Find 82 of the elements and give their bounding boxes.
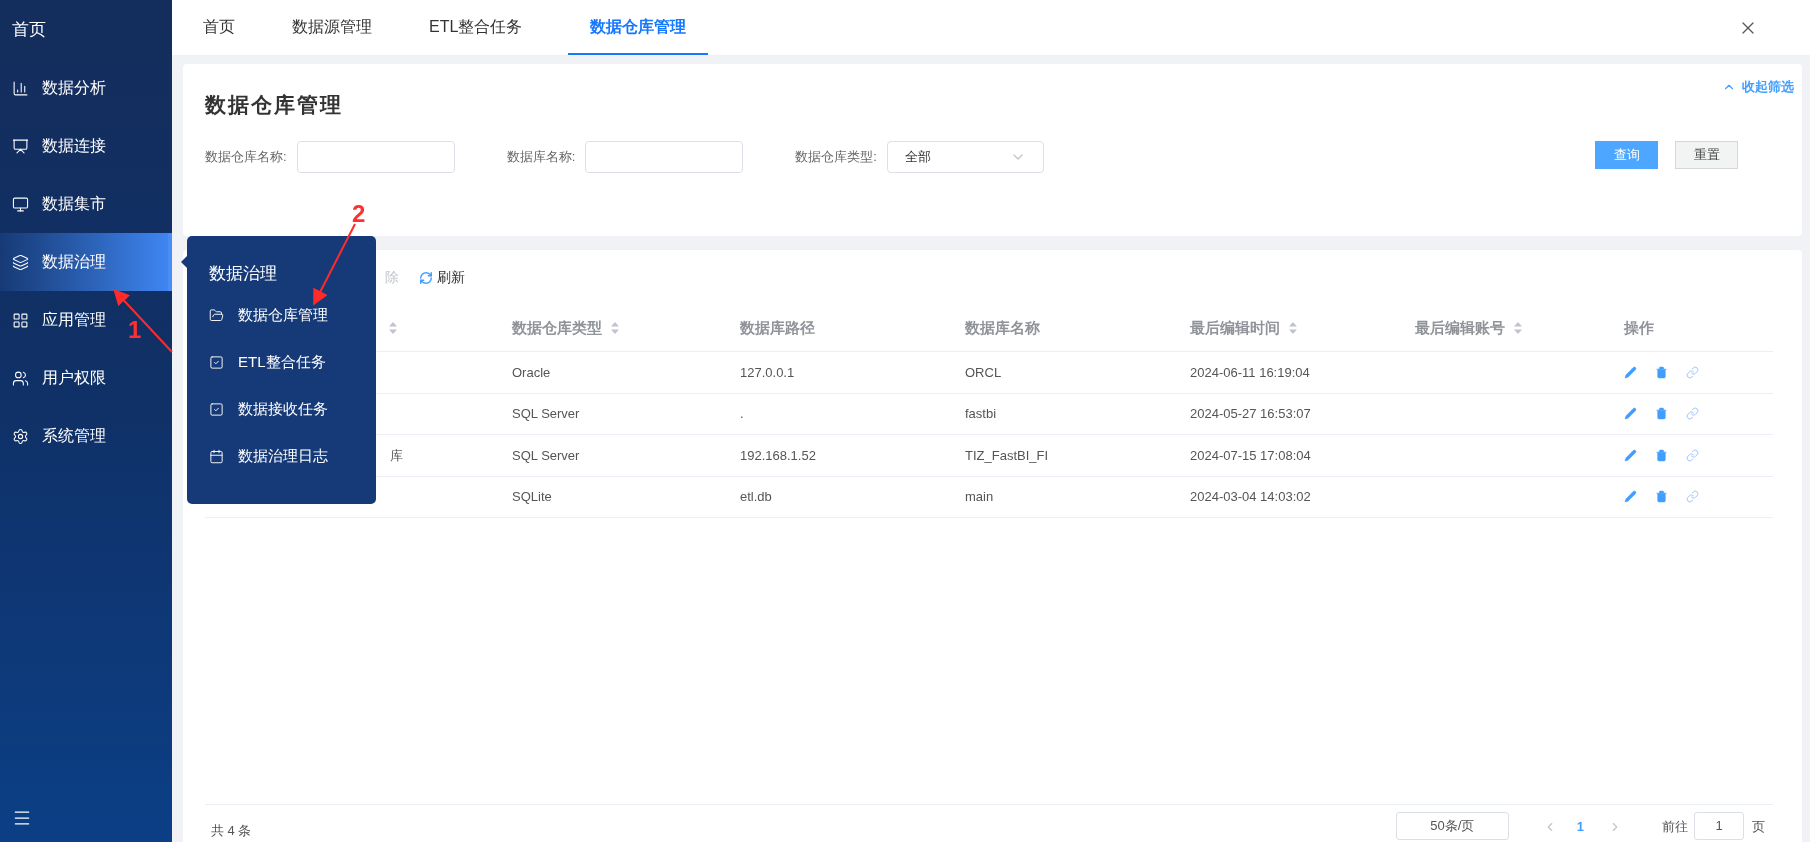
table-cell: 2024-05-27 16:53:07: [1190, 406, 1311, 421]
column-header: 操作: [1624, 317, 1654, 338]
table-cell: etl.db: [740, 489, 772, 504]
submenu-item[interactable]: 数据仓库管理: [209, 292, 376, 339]
table-cell: SQL Server: [512, 447, 580, 463]
sidebar-item[interactable]: 数据集市: [0, 175, 122, 233]
reset-button[interactable]: 重置: [1675, 141, 1738, 169]
layers-icon: [12, 253, 29, 271]
checkbox-icon: [209, 355, 224, 370]
table-cell: Oracle: [512, 364, 551, 380]
column-header: 数据库路径: [740, 317, 815, 338]
presentation-icon: [12, 137, 29, 155]
tab[interactable]: 数据源管理: [281, 0, 383, 55]
column-header: 数据库名称: [965, 317, 1040, 338]
type-select[interactable]: 全部: [886, 141, 1044, 173]
delete-icon[interactable]: [1655, 407, 1668, 421]
page-title: 数据仓库管理: [205, 92, 343, 119]
calendar-icon: [209, 449, 224, 464]
submenu-title: 数据治理: [209, 263, 278, 286]
field-label: 数据仓库名称:: [205, 148, 287, 167]
table-cell: 2024-03-04 14:03:02: [1190, 489, 1311, 504]
checkbox-icon: [209, 402, 224, 417]
sidebar-item[interactable]: 数据分析: [0, 59, 122, 117]
folder-icon: [209, 308, 224, 323]
edit-icon[interactable]: [1624, 490, 1637, 504]
submenu-item[interactable]: 数据治理日志: [209, 433, 376, 480]
tab[interactable]: 数据仓库管理: [568, 0, 709, 55]
table-cell: ORCL: [965, 364, 1002, 380]
table-cell: main: [965, 489, 994, 504]
refresh-icon: [419, 270, 433, 285]
page-suffix: 页: [1752, 817, 1765, 836]
field-label: 数据仓库类型:: [795, 148, 877, 167]
sidebar-item[interactable]: 数据治理: [0, 233, 172, 291]
table-cell: SQL Server: [512, 406, 580, 421]
tab[interactable]: ETL整合任务: [418, 0, 534, 55]
input-field[interactable]: [296, 141, 455, 173]
table-cell: fastbi: [965, 406, 997, 421]
field-label: 数据库名称:: [506, 148, 576, 167]
table-cell: 库: [390, 447, 403, 463]
table-cell: .: [740, 406, 744, 421]
table-cell: TIZ_FastBI_FI: [965, 447, 1049, 463]
chart-icon: [12, 79, 29, 97]
submenu-item[interactable]: ETL整合任务: [209, 339, 376, 386]
table-cell: SQLite: [512, 489, 552, 504]
delete-icon[interactable]: [1655, 448, 1668, 462]
grid-icon: [12, 311, 29, 329]
page-size-select[interactable]: 50条/页: [1395, 812, 1509, 840]
link-icon[interactable]: [1686, 448, 1699, 462]
edit-icon[interactable]: [1624, 365, 1637, 379]
table-cell: 2024-06-11 16:19:04: [1190, 364, 1310, 380]
sort-icon[interactable]: [610, 321, 620, 335]
annotation-label: 1: [128, 316, 142, 343]
page-input[interactable]: 1: [1694, 812, 1744, 840]
settings-icon: [12, 427, 29, 445]
link-icon[interactable]: [1686, 407, 1699, 421]
home-link[interactable]: 首页: [12, 16, 46, 43]
sidebar-item[interactable]: 数据连接: [0, 117, 122, 175]
sidebar-item[interactable]: 系统管理: [0, 407, 122, 465]
tab[interactable]: 首页: [192, 0, 246, 55]
users-icon: [12, 369, 29, 387]
input-field[interactable]: [585, 141, 744, 173]
sort-icon[interactable]: [1288, 321, 1298, 335]
table-cell: 127.0.0.1: [740, 364, 795, 380]
submenu-item[interactable]: 数据接收任务: [209, 386, 376, 433]
annotation-label: 2: [352, 200, 366, 227]
edit-icon[interactable]: [1624, 407, 1637, 421]
table-cell: 192.168.1.52: [740, 447, 816, 463]
annotation-arrow: [113, 289, 173, 353]
sidebar-item[interactable]: 用户权限: [0, 349, 122, 407]
link-icon[interactable]: [1686, 365, 1699, 379]
delete-icon[interactable]: [1655, 490, 1668, 504]
monitor-icon: [12, 195, 29, 213]
sidebar-item[interactable]: 应用管理: [0, 291, 122, 349]
edit-icon[interactable]: [1624, 448, 1637, 462]
link-icon[interactable]: [1686, 490, 1699, 504]
delete-icon[interactable]: [1655, 365, 1668, 379]
sort-icon[interactable]: [388, 321, 398, 335]
total-count: 共 4 条: [210, 821, 252, 840]
goto-label: 前往: [1662, 817, 1688, 836]
sort-icon[interactable]: [1513, 321, 1523, 335]
refresh-button[interactable]: 刷新: [419, 267, 465, 288]
table-cell: 2024-07-15 17:08:04: [1190, 447, 1311, 463]
